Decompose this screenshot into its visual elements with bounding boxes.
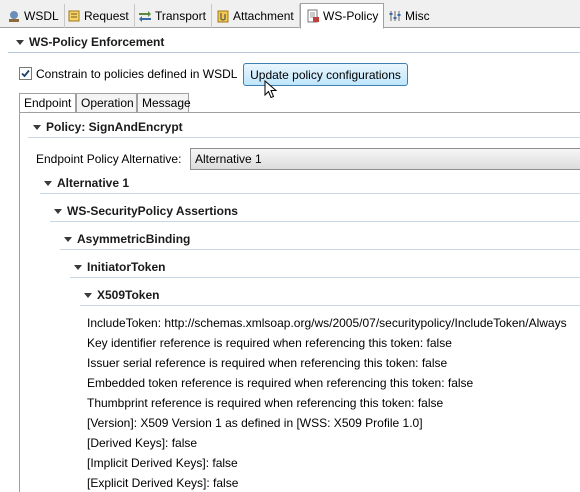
divider [28, 137, 580, 138]
subtab-endpoint[interactable]: Endpoint [19, 93, 76, 113]
property-text: Key identifier reference is required whe… [87, 336, 452, 350]
property-text: Issuer serial reference is required when… [87, 356, 448, 370]
property-text: Embedded token reference is required whe… [87, 376, 474, 390]
divider [50, 221, 580, 222]
section-title: WS-Policy Enforcement [29, 35, 165, 49]
initiator-title: InitiatorToken [87, 260, 166, 274]
assertions-collapse-icon[interactable] [54, 209, 62, 214]
endpoint-policy-alternative-select[interactable]: Alternative 1 [190, 148, 580, 170]
property-text: [Explicit Derived Keys]: false [87, 476, 239, 490]
assertions-title: WS-SecurityPolicy Assertions [67, 204, 238, 218]
collapse-icon[interactable] [16, 40, 24, 45]
tab-ws-policy[interactable]: WS-Policy [300, 3, 385, 29]
subtab-message[interactable]: Message [137, 93, 191, 113]
editor-tab-bar: WSDL Request Transport Attachment WS-Pol… [0, 0, 580, 29]
alternative-title: Alternative 1 [57, 176, 130, 190]
alternative-collapse-icon[interactable] [44, 181, 52, 186]
tab-label: Attachment [233, 9, 294, 23]
token-title: X509Token [97, 288, 160, 302]
binding-title: AsymmetricBinding [77, 232, 191, 246]
subtab-operation[interactable]: Operation [76, 93, 137, 113]
tab-wsdl[interactable]: WSDL [2, 4, 65, 28]
transport-icon [138, 9, 152, 23]
alternative-label: Endpoint Policy Alternative: [36, 152, 182, 166]
initiator-collapse-icon[interactable] [74, 265, 82, 270]
tab-label: Misc [405, 9, 430, 23]
token-collapse-icon[interactable] [84, 293, 92, 298]
tab-request[interactable]: Request [62, 4, 135, 28]
tab-misc[interactable]: Misc [383, 4, 435, 28]
tab-label: Transport [155, 9, 206, 23]
tab-attachment[interactable]: Attachment [211, 4, 300, 28]
divider [60, 249, 580, 250]
policy-collapse-icon[interactable] [33, 125, 41, 130]
ws-policy-icon [306, 9, 320, 23]
tab-label: WSDL [24, 9, 59, 23]
property-text: [Version]: X509 Version 1 as defined in … [87, 416, 423, 430]
ws-policy-enforcement-section[interactable]: WS-Policy Enforcement [8, 31, 580, 53]
property-text: IncludeToken: http://schemas.xmlsoap.org… [87, 316, 567, 330]
divider [40, 193, 580, 194]
attachment-icon [216, 9, 230, 23]
tab-label: WS-Policy [323, 9, 379, 23]
wsdl-icon [7, 9, 21, 23]
property-text: [Implicit Derived Keys]: false [87, 456, 238, 470]
divider [70, 277, 580, 278]
mouse-cursor-icon [264, 80, 278, 99]
binding-collapse-icon[interactable] [64, 237, 72, 242]
property-text: Thumbprint reference is required when re… [87, 396, 444, 410]
property-text: [Derived Keys]: false [87, 436, 198, 450]
misc-icon [388, 9, 402, 23]
request-icon [67, 9, 81, 23]
divider [80, 305, 580, 306]
policy-title: Policy: SignAndEncrypt [46, 120, 183, 134]
checkmark-icon [21, 69, 30, 78]
constrain-label: Constrain to policies defined in WSDL [36, 67, 238, 81]
constrain-checkbox[interactable] [19, 67, 32, 80]
tab-transport[interactable]: Transport [133, 4, 212, 28]
tab-label: Request [84, 9, 129, 23]
